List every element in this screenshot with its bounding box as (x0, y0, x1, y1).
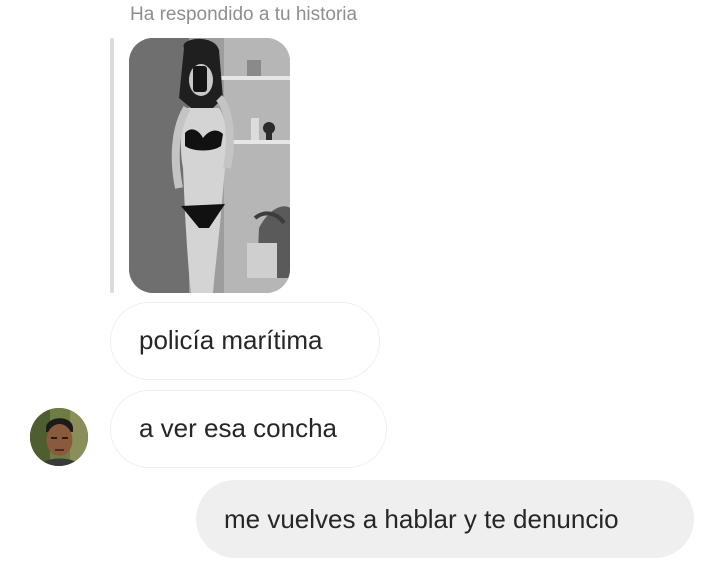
profile-avatar-icon (30, 408, 88, 466)
story-thumbnail[interactable] (129, 38, 290, 293)
reply-quote-bar (110, 38, 114, 293)
message-bubble-outgoing[interactable]: me vuelves a hablar y te denuncio (196, 480, 694, 558)
message-bubble-incoming[interactable]: a ver esa concha (110, 390, 387, 468)
story-image-icon (129, 38, 290, 293)
story-reply-label: Ha respondido a tu historia (130, 4, 358, 25)
sender-avatar[interactable] (30, 408, 88, 466)
message-bubble-incoming[interactable]: policía marítima (110, 302, 380, 380)
